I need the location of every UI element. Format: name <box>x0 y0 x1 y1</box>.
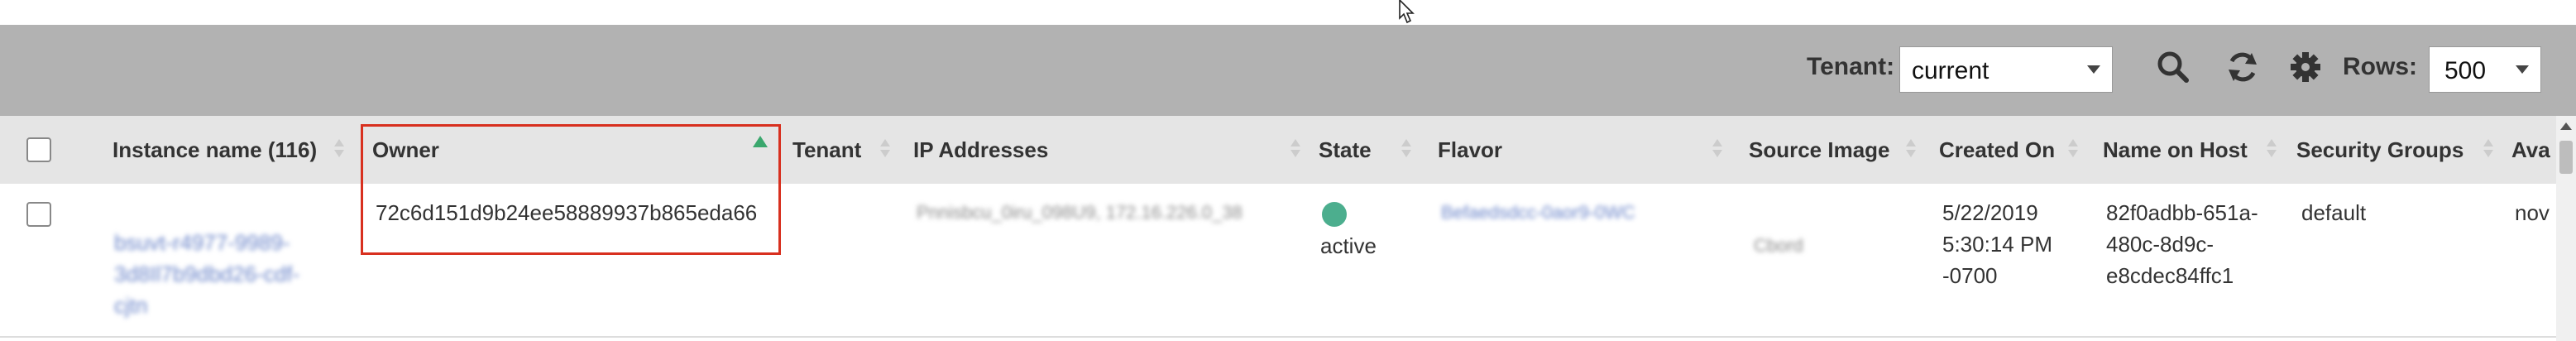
sort-icon[interactable] <box>1290 137 1300 161</box>
availability-cell: nov <box>2515 200 2550 225</box>
ip-addresses-cell: Pnnisbcu_0iru_098U9, 172.16.226.0_38 <box>917 202 1243 223</box>
owner-highlight-box <box>361 124 781 255</box>
column-header-flavor[interactable]: Flavor <box>1438 137 1502 163</box>
tenant-label: Tenant: <box>1807 53 1895 80</box>
source-image-cell: Cbord <box>1754 235 1803 256</box>
column-header-source-image[interactable]: Source Image <box>1749 137 1890 163</box>
rows-select-value: 500 <box>2444 57 2487 84</box>
scrollbar-thumb[interactable] <box>2559 141 2573 174</box>
column-header-name-on-host[interactable]: Name on Host <box>2103 137 2248 163</box>
refresh-icon[interactable] <box>2224 48 2262 86</box>
rows-per-page-select[interactable]: 500 <box>2429 46 2541 93</box>
column-header-security-groups[interactable]: Security Groups <box>2296 137 2463 163</box>
name-on-host-cell: 82f0adbb-651a- 480c-8d9c- e8cdec84ffc1 <box>2106 197 2258 291</box>
sort-icon[interactable] <box>1401 137 1411 161</box>
column-header-instance-name[interactable]: Instance name (116) <box>113 137 317 163</box>
tenant-select-value: current <box>1912 57 1989 84</box>
rows-label: Rows: <box>2343 53 2417 80</box>
security-groups-cell: default <box>2301 200 2367 225</box>
vertical-scrollbar[interactable] <box>2556 116 2576 341</box>
instance-name-cell[interactable]: bsuvt-r4977-9989- 3d8Il7b9dbd26-cdf- cjt… <box>114 227 299 321</box>
state-active-indicator <box>1322 202 1347 227</box>
created-on-line: 5:30:14 PM <box>1942 232 2052 257</box>
created-on-cell: 5/22/2019 5:30:14 PM -0700 <box>1942 197 2052 291</box>
instance-name-line: cjtn <box>114 293 148 318</box>
instance-name-line: bsuvt-r4977-9989- <box>114 230 290 255</box>
sort-icon[interactable] <box>1712 137 1722 161</box>
sort-icon[interactable] <box>1906 137 1916 161</box>
name-on-host-line: 480c-8d9c- <box>2106 232 2214 257</box>
name-on-host-line: 82f0adbb-651a- <box>2106 200 2258 225</box>
sort-icon[interactable] <box>2483 137 2493 161</box>
column-header-created-on[interactable]: Created On <box>1939 137 2055 163</box>
column-header-state[interactable]: State <box>1319 137 1372 163</box>
gear-icon[interactable] <box>2286 48 2325 86</box>
sort-icon[interactable] <box>334 137 344 161</box>
tenant-select[interactable]: current <box>1899 46 2113 93</box>
column-header-ip-addresses[interactable]: IP Addresses <box>913 137 1048 163</box>
chevron-down-icon <box>2087 65 2100 74</box>
created-on-line: -0700 <box>1942 263 1998 288</box>
instance-name-line: 3d8Il7b9dbd26-cdf- <box>114 262 300 286</box>
column-header-tenant[interactable]: Tenant <box>792 137 861 163</box>
sort-icon[interactable] <box>880 137 890 161</box>
top-band <box>0 0 2576 25</box>
sort-icon[interactable] <box>2267 137 2277 161</box>
sort-icon[interactable] <box>2068 137 2078 161</box>
flavor-cell[interactable]: Befaedsdcc-0aor9-0WC <box>1441 197 1635 228</box>
select-all-checkbox[interactable] <box>26 137 51 162</box>
mouse-cursor-icon <box>1399 0 1415 24</box>
state-cell: active <box>1320 233 1377 258</box>
chevron-down-icon <box>2516 65 2529 74</box>
search-icon[interactable] <box>2154 48 2192 86</box>
scroll-up-icon[interactable] <box>2560 122 2572 130</box>
name-on-host-line: e8cdec84ffc1 <box>2106 263 2234 288</box>
column-header-availability[interactable]: Ava <box>2511 137 2550 163</box>
created-on-line: 5/22/2019 <box>1942 200 2038 225</box>
row-checkbox[interactable] <box>26 202 51 227</box>
